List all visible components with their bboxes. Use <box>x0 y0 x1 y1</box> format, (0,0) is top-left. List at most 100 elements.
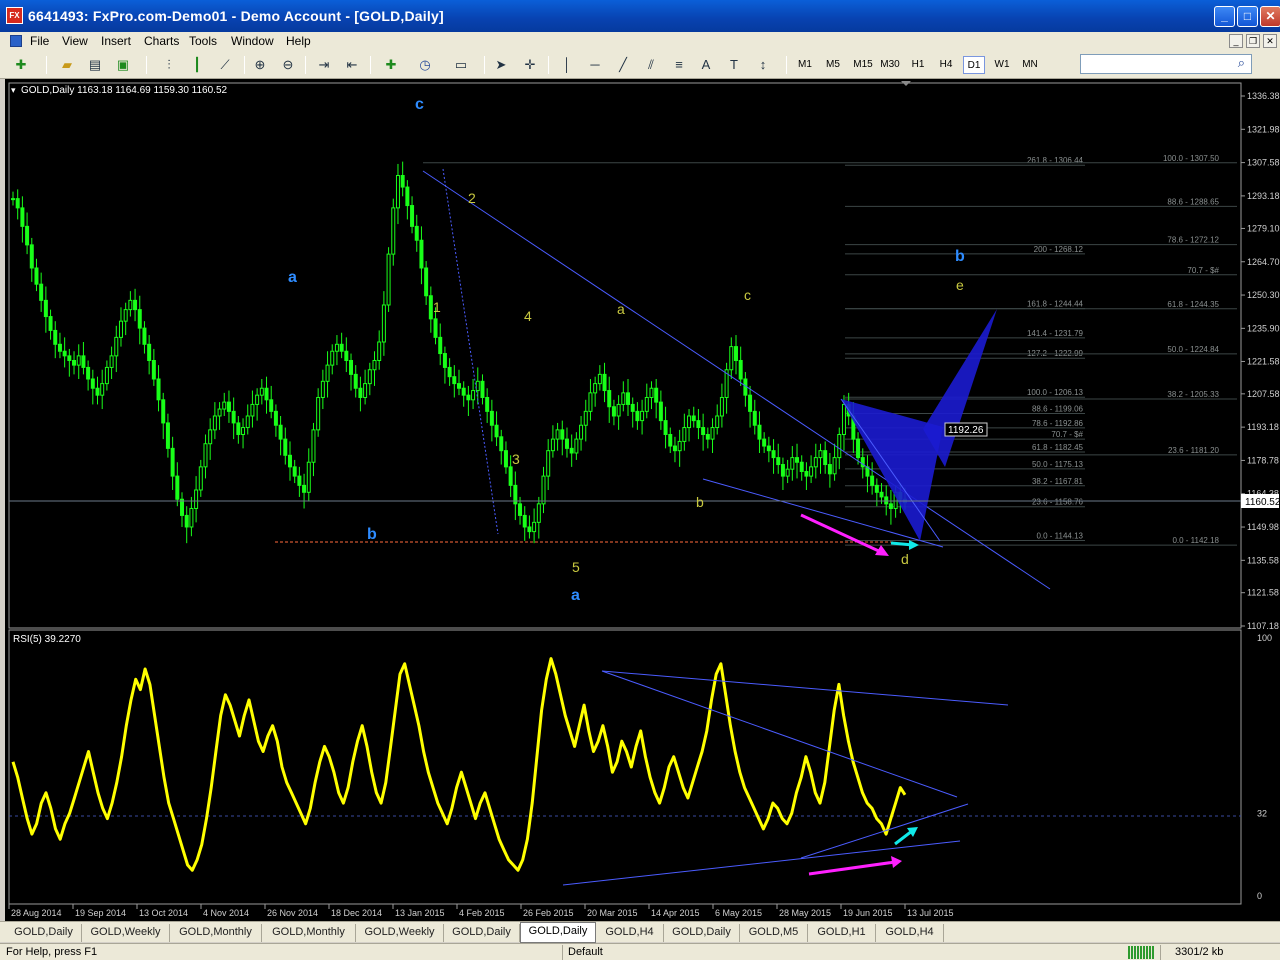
chart-tab[interactable]: GOLD,H4 <box>876 924 944 942</box>
zoom-out-icon[interactable]: ⊖ <box>277 55 299 75</box>
maximize-button[interactable]: □ <box>1237 6 1258 27</box>
chart-close-button[interactable]: ✕ <box>1263 34 1277 48</box>
rsi-trendline-bottom[interactable] <box>562 840 961 886</box>
rsi-trendline-mid[interactable] <box>601 670 958 798</box>
chart-tab[interactable]: GOLD,Monthly <box>262 924 356 942</box>
arrows-icon[interactable]: ↕ <box>752 55 774 75</box>
timeframe-m30[interactable]: M30 <box>877 56 903 74</box>
timeframe-d1[interactable]: D1 <box>963 56 985 74</box>
date-axis-label: 13 Oct 2014 <box>139 908 188 918</box>
chart-tab[interactable]: GOLD,Weekly <box>82 924 170 942</box>
candle-body <box>287 454 292 468</box>
market-watch-icon[interactable]: ▤ <box>84 55 106 75</box>
chart-window-icon[interactable] <box>10 35 22 47</box>
symbol-info: GOLD,Daily 1163.18 1164.69 1159.30 1160.… <box>21 85 228 96</box>
timeframe-m5[interactable]: M5 <box>822 56 844 74</box>
trendline-icon[interactable]: ╱ <box>612 55 634 75</box>
chart-minimize-button[interactable]: _ <box>1229 34 1243 48</box>
menu-help[interactable]: Help <box>286 34 311 48</box>
horizontal-line-icon[interactable]: ─ <box>584 55 606 75</box>
candle-body <box>452 376 457 385</box>
wave-projection-line[interactable] <box>442 168 499 535</box>
candle-body <box>147 343 152 361</box>
chart-shift-icon[interactable]: ⇤ <box>341 55 363 75</box>
fibonacci-icon[interactable]: ≡ <box>668 55 690 75</box>
chart-tab[interactable]: GOLD,Daily <box>664 924 740 942</box>
candle-body <box>180 498 185 516</box>
candle-body <box>466 394 471 401</box>
menu-insert[interactable]: Insert <box>101 34 131 48</box>
candle-body <box>569 447 574 454</box>
candle-body <box>48 316 53 331</box>
minimize-button[interactable]: _ <box>1214 6 1235 27</box>
candlestick-icon[interactable]: ┃ <box>186 55 208 75</box>
price-axis-label: 1250.30 <box>1247 290 1280 300</box>
line-chart-icon[interactable]: ⟋ <box>214 55 236 75</box>
candle-body <box>555 429 560 440</box>
vertical-line-icon[interactable]: │ <box>556 55 578 75</box>
rsi-title: RSI(5) 39.2270 <box>13 634 81 645</box>
chart-tab[interactable]: GOLD,H4 <box>596 924 664 942</box>
candle-body <box>259 387 264 396</box>
menu-charts[interactable]: Charts <box>144 34 179 48</box>
candle-body <box>658 401 663 422</box>
crosshair-icon[interactable]: ✛ <box>519 55 541 75</box>
timeframe-mn[interactable]: MN <box>1018 56 1042 74</box>
chart-tab[interactable]: GOLD,Daily <box>520 922 596 943</box>
harmonic-bcd[interactable] <box>923 309 997 467</box>
chart-window[interactable]: 261.8 - 1306.44 200 - 1268.12 161.8 - 1244… <box>5 79 1280 921</box>
timeframe-w1[interactable]: W1 <box>991 56 1013 74</box>
menu-tools[interactable]: Tools <box>189 34 217 48</box>
chart-tab[interactable]: GOLD,M5 <box>740 924 808 942</box>
text-label-icon[interactable]: T <box>723 55 745 75</box>
chart-collapse-icon[interactable]: ▾ <box>11 85 16 95</box>
chart-tab[interactable]: GOLD,Daily <box>444 924 520 942</box>
profiles-icon[interactable]: ▰ <box>56 55 78 75</box>
close-button[interactable]: ✕ <box>1260 6 1280 27</box>
navigator-icon[interactable]: ▣ <box>112 55 134 75</box>
candle-body <box>245 415 250 429</box>
indicators-icon[interactable]: ✚ <box>380 55 402 75</box>
candle-body <box>57 343 62 352</box>
cursor-icon[interactable]: ➤ <box>490 55 512 75</box>
chart-restore-button[interactable]: ❐ <box>1246 34 1260 48</box>
zoom-in-icon[interactable]: ⊕ <box>249 55 271 75</box>
new-chart-icon[interactable]: ✚ <box>10 55 32 75</box>
bar-chart-icon[interactable]: ⫶ <box>158 55 180 75</box>
candle-body <box>175 475 180 500</box>
timeframe-m15[interactable]: M15 <box>850 56 876 74</box>
timeframe-h1[interactable]: H1 <box>907 56 929 74</box>
chart-tab[interactable]: GOLD,Monthly <box>170 924 262 942</box>
periods-icon[interactable]: ◷ <box>414 55 436 75</box>
candle-body <box>860 457 865 468</box>
auto-scroll-icon[interactable]: ⇥ <box>313 55 335 75</box>
candle-body <box>367 369 372 385</box>
menu-file[interactable]: File <box>30 34 49 48</box>
menu-view[interactable]: View <box>62 34 88 48</box>
candle-body <box>630 403 635 412</box>
fib-level-label: 100.0 - 1206.13 <box>1027 388 1084 397</box>
timeframe-h4[interactable]: H4 <box>935 56 957 74</box>
candle-body <box>15 198 20 209</box>
timeframe-m1[interactable]: M1 <box>794 56 816 74</box>
candle-body <box>818 450 823 459</box>
rsi-trendline-rising[interactable] <box>800 803 969 859</box>
chart-tab[interactable]: GOLD,Daily <box>6 924 82 942</box>
search-input[interactable]: ⌕ <box>1080 54 1252 74</box>
candle-body <box>325 364 330 382</box>
text-tool-icon[interactable]: A <box>695 55 717 75</box>
menu-window[interactable]: Window <box>231 34 274 48</box>
candle-body <box>208 429 213 445</box>
chart-tab[interactable]: GOLD,Weekly <box>356 924 444 942</box>
templates-icon[interactable]: ▭ <box>450 55 472 75</box>
search-icon[interactable]: ⌕ <box>1238 55 1245 71</box>
chart-tab[interactable]: GOLD,H1 <box>808 924 876 942</box>
candle-body <box>550 438 555 452</box>
candle-body <box>306 461 311 493</box>
status-bar: For Help, press F1 Default 3301/2 kb <box>0 943 1280 960</box>
candle-body <box>133 299 138 311</box>
candle-body <box>532 521 537 533</box>
channel-icon[interactable]: ⫽ <box>640 55 662 75</box>
rsi-trendline-top[interactable] <box>601 670 1009 706</box>
chart-canvas[interactable]: 261.8 - 1306.44200 - 1268.12161.8 - 1244… <box>5 79 1280 921</box>
